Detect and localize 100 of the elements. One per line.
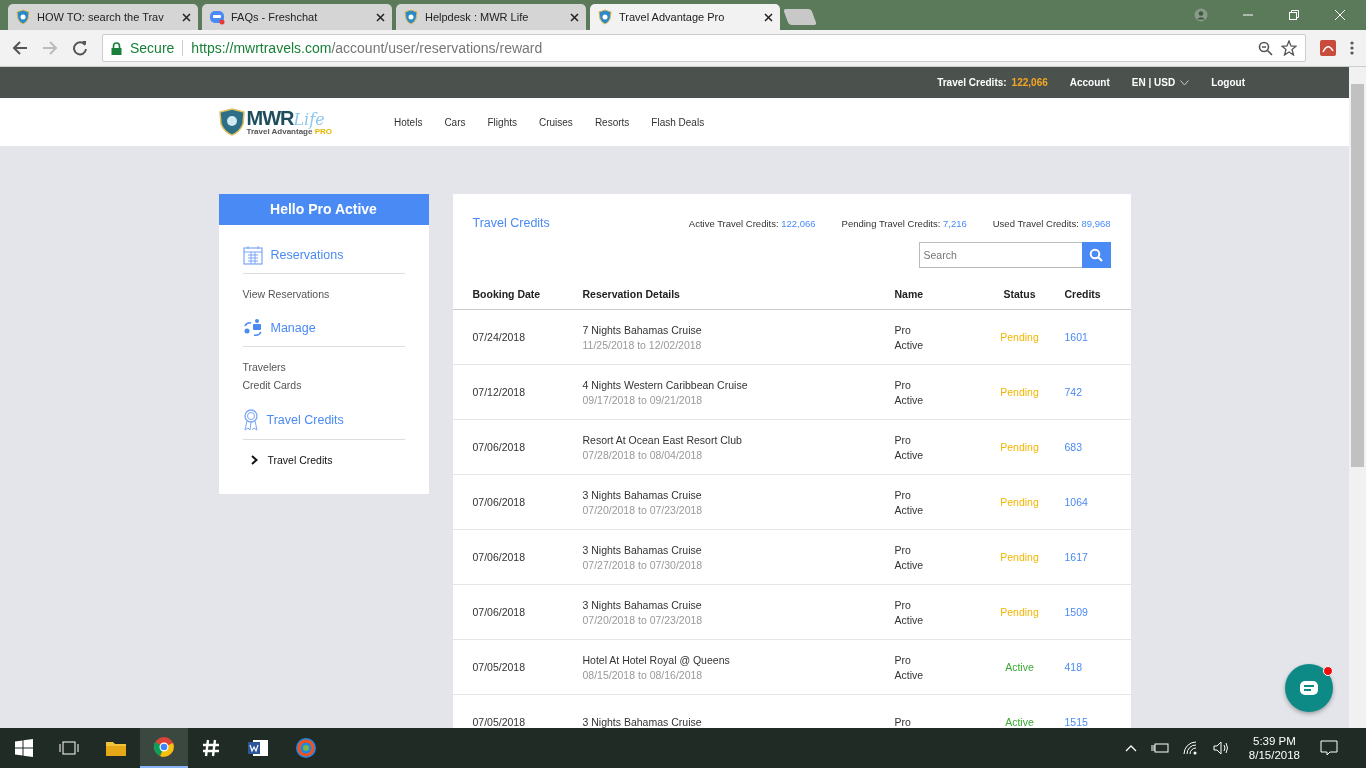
battery-icon[interactable]: [1150, 742, 1169, 754]
traveler-name: Pro: [894, 488, 912, 501]
tab-title: HOW TO: search the Trav: [37, 11, 165, 23]
close-icon[interactable]: [376, 12, 385, 22]
nav-link[interactable]: Cruises: [538, 116, 573, 128]
reservation-dates: 07/20/2018 to 07/23/2018: [582, 613, 704, 626]
search-button[interactable]: [1081, 242, 1111, 268]
traveler-name: Active: [894, 668, 925, 681]
column-header[interactable]: Reservation Details: [582, 288, 895, 300]
section-title: Travel Credits: [266, 413, 344, 427]
windows-start-icon[interactable]: [15, 739, 33, 757]
status-text: Active: [1005, 716, 1034, 728]
reservation-dates: 07/27/2018 to 07/30/2018: [582, 558, 704, 571]
traveler-name: Pro: [894, 653, 912, 666]
locale-dropdown[interactable]: EN | USD: [1131, 77, 1176, 88]
caret-icon[interactable]: [1180, 79, 1190, 86]
traveler-name: Pro: [894, 543, 912, 556]
credit-stat: Pending Travel Credits: 7,216: [841, 217, 967, 229]
ribbon-icon: [242, 409, 259, 431]
column-header[interactable]: Status: [974, 288, 1065, 300]
star-icon[interactable]: [1281, 40, 1297, 56]
column-header[interactable]: Booking Date: [472, 288, 583, 300]
account-link[interactable]: Account: [1069, 77, 1110, 88]
close-icon[interactable]: [182, 12, 191, 22]
sidebar-link[interactable]: Travel Credits: [242, 454, 405, 466]
credits-balance: Travel Credits: 122,066: [937, 77, 1048, 88]
notifications-icon[interactable]: [1320, 740, 1338, 756]
restore-icon[interactable]: [1288, 9, 1300, 21]
tab-title: Travel Advantage Pro: [619, 11, 726, 23]
traveler-name: Pro: [894, 323, 912, 336]
search-field[interactable]: Search: [918, 242, 1082, 268]
close-icon[interactable]: [764, 12, 773, 22]
table-cell-text: 07/24/2018: [472, 331, 527, 343]
zoom-icon[interactable]: [1258, 40, 1273, 56]
credits-cell-text: 683: [1064, 441, 1084, 453]
pdf-extension-icon[interactable]: [1320, 40, 1336, 56]
nav-link[interactable]: Flash Deals: [651, 116, 705, 128]
reload-icon[interactable]: [72, 40, 88, 56]
folder-icon[interactable]: [105, 739, 127, 757]
new-tab-button[interactable]: [783, 9, 817, 25]
back-icon[interactable]: [12, 40, 28, 56]
nav-link[interactable]: Flights: [487, 116, 517, 128]
status-text: Pending: [1000, 496, 1039, 508]
column-header[interactable]: Credits: [1064, 288, 1111, 300]
tab-title: Helpdesk : MWR Life: [425, 11, 530, 23]
browser-tab[interactable]: HOW TO: search the Trav: [8, 4, 198, 30]
table-cell-text: 07/06/2018: [472, 496, 527, 508]
traveler-name: Pro: [894, 598, 912, 611]
circular-app-icon[interactable]: [295, 737, 317, 759]
table-cell-text: 07/06/2018: [472, 551, 527, 563]
browser-tab[interactable]: Travel Advantage Pro: [590, 4, 780, 30]
menu-icon[interactable]: [1350, 40, 1354, 56]
reservation-title: 3 Nights Bahamas Cruise: [582, 598, 703, 611]
table-cell-text: 07/12/2018: [472, 386, 527, 398]
reservation-title: 3 Nights Bahamas Cruise: [582, 543, 703, 556]
task-view-icon[interactable]: [59, 740, 79, 756]
status-text: Pending: [1000, 606, 1039, 618]
logout-link[interactable]: Logout: [1211, 77, 1245, 88]
browser-tab[interactable]: Helpdesk : MWR Life: [396, 4, 586, 30]
clock[interactable]: 5:39 PM 8/15/2018: [1248, 735, 1300, 761]
close-icon[interactable]: [570, 12, 579, 22]
chevron-up-icon[interactable]: [1124, 744, 1137, 752]
speaker-icon[interactable]: [1212, 741, 1231, 755]
traveler-name: Pro: [894, 433, 912, 446]
sidebar-link[interactable]: Credit Cards: [242, 379, 405, 391]
nav-link[interactable]: Hotels: [394, 116, 423, 128]
traveler-name: Active: [894, 448, 925, 461]
wifi-icon[interactable]: [1182, 741, 1199, 755]
table-cell-text: 07/05/2018: [472, 716, 527, 728]
status-text: Pending: [1000, 386, 1039, 398]
reservation-dates: 09/17/2018 to 09/21/2018: [582, 393, 704, 406]
section-title: Manage: [270, 321, 316, 335]
url-text: https://mwrtravels.com/account/user/reservations/reward: [191, 40, 543, 56]
reservation-title: 7 Nights Bahamas Cruise: [582, 323, 703, 336]
reservation-title: Hotel At Hotel Royal @ Queens: [582, 653, 731, 666]
status-text: Pending: [1000, 441, 1039, 453]
sidebar-link[interactable]: Travelers: [242, 361, 405, 373]
scrollbar[interactable]: [1349, 67, 1366, 728]
section-title: Reservations: [270, 248, 344, 262]
word-icon[interactable]: [247, 738, 269, 758]
credits-cell-text: 1617: [1064, 551, 1089, 563]
traveler-name: Active: [894, 393, 925, 406]
logo[interactable]: MWRLife Travel Advantage PRO: [218, 108, 333, 136]
credits-cell-text: 1601: [1064, 331, 1089, 343]
chrome-icon[interactable]: [153, 736, 175, 758]
nav-link[interactable]: Resorts: [594, 116, 630, 128]
profile-icon[interactable]: [1194, 8, 1208, 22]
hash-icon[interactable]: [201, 738, 221, 758]
credits-cell-text: 418: [1064, 661, 1084, 673]
credit-stat: Used Travel Credits: 89,968: [992, 217, 1111, 229]
sidebar-link[interactable]: View Reservations: [242, 288, 405, 300]
status-text: Pending: [1000, 551, 1039, 563]
status-text: Active: [1005, 661, 1034, 673]
credits-cell-text: 1064: [1064, 496, 1089, 508]
shield-icon: [15, 9, 31, 25]
column-header[interactable]: Name: [894, 288, 975, 300]
address-bar[interactable]: Secure https://mwrtravels.com/account/user/reservations/reward: [102, 34, 1306, 62]
browser-tab[interactable]: FAQs - Freshchat: [202, 4, 392, 30]
nav-link[interactable]: Cars: [444, 116, 466, 128]
chat-button[interactable]: [1285, 664, 1333, 712]
